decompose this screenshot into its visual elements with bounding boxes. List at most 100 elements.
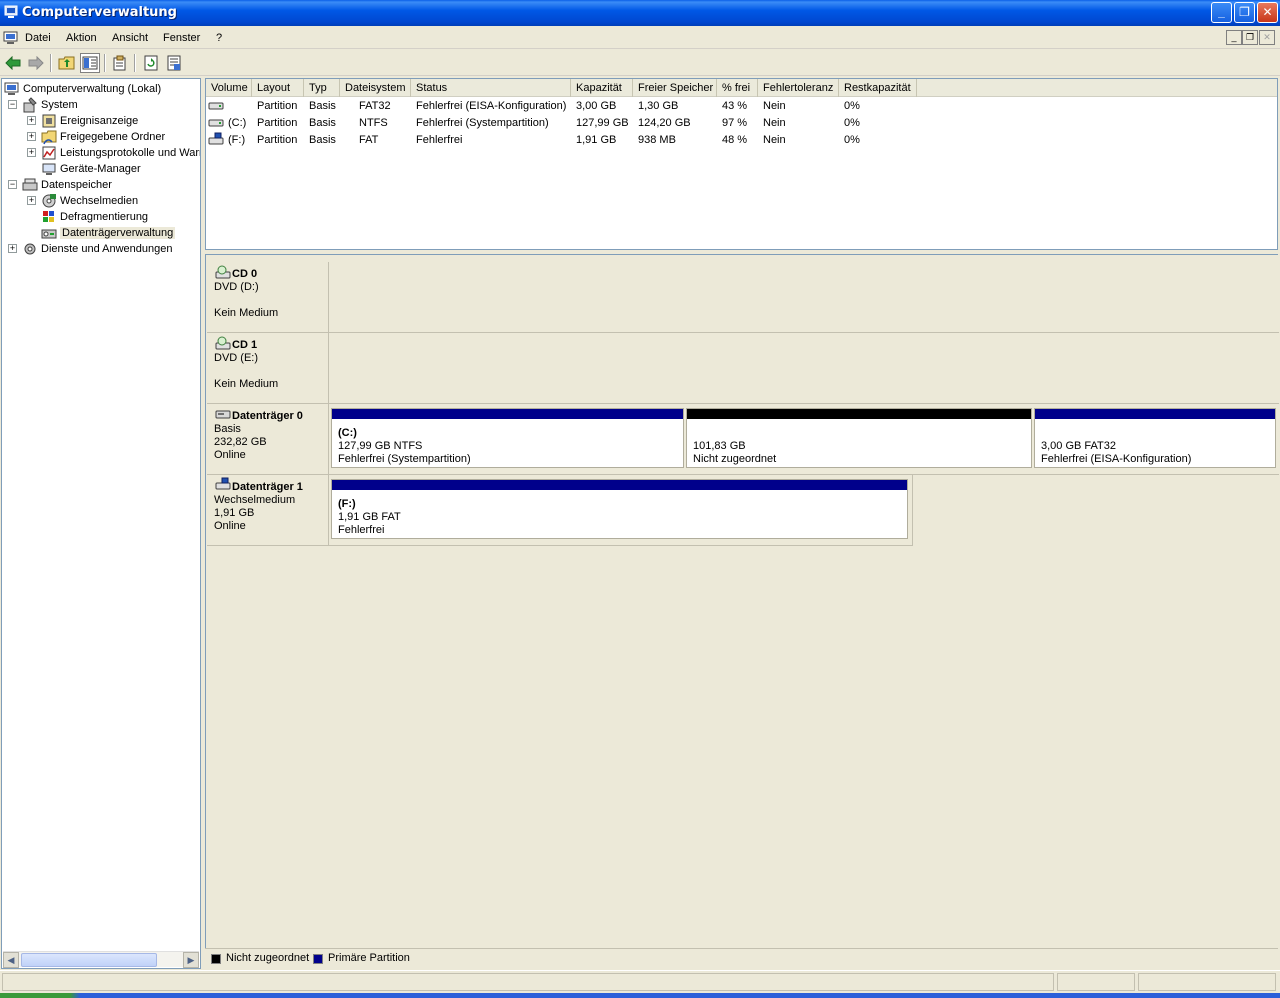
removable-drive-icon — [208, 132, 224, 145]
cell-kapazitaet: 1,91 GB — [576, 134, 617, 146]
tree-item-system[interactable]: System — [22, 97, 78, 113]
tree-horizontal-scrollbar[interactable]: ◀ ▶ — [3, 951, 199, 968]
partition-c[interactable]: (C:) 127,99 GB NTFS Fehlerfrei (Systempa… — [331, 408, 684, 468]
cell-prozent-frei: 48 % — [722, 134, 748, 146]
expand-wechselmedien-button[interactable]: + — [27, 196, 36, 205]
tree-label-geraete-manager: Geräte-Manager — [60, 163, 141, 175]
disk-status-disk1: Online — [214, 520, 246, 532]
cell-status: Fehlerfrei (EISA-Konfiguration) — [416, 100, 567, 112]
menu-fenster[interactable]: Fenster — [163, 32, 200, 44]
disk-label-cd0[interactable]: CD 0 DVD (D:) Kein Medium — [207, 262, 329, 333]
menu-ansicht[interactable]: Ansicht — [112, 32, 148, 44]
scrollbar-thumb[interactable] — [21, 953, 157, 967]
menu-datei[interactable]: Datei — [25, 32, 51, 44]
forward-arrow-icon[interactable] — [26, 53, 46, 73]
partition-eisa[interactable]: 3,00 GB FAT32 Fehlerfrei (EISA-Konfigura… — [1034, 408, 1276, 468]
partition-size: 127,99 GB NTFS — [338, 440, 423, 452]
column-typ[interactable]: Typ — [304, 79, 340, 97]
legend-swatch-primary — [313, 954, 323, 964]
tree-item-root[interactable]: Computerverwaltung (Lokal) — [4, 81, 161, 97]
show-tree-icon[interactable] — [80, 53, 100, 73]
cell-dateisystem: NTFS — [359, 117, 388, 129]
collapse-system-button[interactable]: − — [8, 100, 17, 109]
column-restkapazitaet[interactable]: Restkapazität — [839, 79, 917, 97]
removable-storage-icon — [42, 194, 56, 208]
tree-item-freigegebene-ordner[interactable]: Freigegebene Ordner — [41, 129, 165, 145]
tree-item-datenspeicher[interactable]: Datenspeicher — [22, 177, 112, 193]
tree-item-leistungsprotokolle[interactable]: Leistungsprotokolle und Warn — [41, 145, 200, 161]
column-prozent-frei[interactable]: % frei — [717, 79, 758, 97]
performance-logs-icon — [42, 146, 56, 160]
volume-list: Volume Layout Typ Dateisystem Status Kap… — [205, 78, 1278, 250]
export-list-icon[interactable] — [164, 53, 184, 73]
cd-drive-icon — [215, 336, 231, 350]
expand-ereignisanzeige-button[interactable]: + — [27, 116, 36, 125]
cell-typ: Basis — [309, 134, 336, 146]
close-button[interactable]: ✕ — [1257, 2, 1278, 23]
minimize-button[interactable]: _ — [1211, 2, 1232, 23]
disk-label-cd1[interactable]: CD 1 DVD (E:) Kein Medium — [207, 333, 329, 404]
cell-dateisystem: FAT — [359, 134, 379, 146]
tree-item-defragmentierung[interactable]: Defragmentierung — [41, 209, 148, 225]
partition-bar-primary — [332, 480, 907, 490]
up-folder-icon[interactable] — [57, 53, 77, 73]
cell-fehlertoleranz: Nein — [763, 134, 786, 146]
child-close-button[interactable]: ✕ — [1259, 30, 1275, 45]
console-icon[interactable] — [3, 30, 19, 46]
cell-status: Fehlerfrei (Systempartition) — [416, 117, 549, 129]
restore-button[interactable]: ❐ — [1234, 2, 1255, 23]
menu-bar: Datei Aktion Ansicht Fenster ? _ ❐ ✕ — [0, 27, 1280, 49]
partition-unallocated[interactable]: 101,83 GB Nicht zugeordnet — [686, 408, 1032, 468]
cell-fehlertoleranz: Nein — [763, 117, 786, 129]
back-arrow-icon[interactable] — [3, 53, 23, 73]
cell-fehlertoleranz: Nein — [763, 100, 786, 112]
defragmenter-icon — [43, 211, 54, 222]
refresh-icon[interactable] — [141, 53, 161, 73]
menu-help[interactable]: ? — [216, 32, 222, 44]
tree-label-dienste: Dienste und Anwendungen — [41, 243, 173, 255]
column-dateisystem[interactable]: Dateisystem — [340, 79, 411, 97]
disk-label-disk1[interactable]: Datenträger 1 Wechselmedium 1,91 GB Onli… — [207, 475, 329, 546]
table-row[interactable]: Partition Basis FAT32 Fehlerfrei (EISA-K… — [206, 98, 1277, 115]
tree-label-ereignisanzeige: Ereignisanzeige — [60, 115, 139, 127]
cell-freier-speicher: 1,30 GB — [638, 100, 679, 112]
expand-leistungsprotokolle-button[interactable]: + — [27, 148, 36, 157]
collapse-datenspeicher-button[interactable]: − — [8, 180, 17, 189]
disk-type-cd0: DVD (D:) — [214, 281, 259, 293]
drive-icon — [208, 119, 224, 127]
child-restore-button[interactable]: ❐ — [1242, 30, 1258, 45]
tree-item-geraete-manager[interactable]: Geräte-Manager — [41, 161, 141, 177]
disk-type-cd1: DVD (E:) — [214, 352, 258, 364]
column-status[interactable]: Status — [411, 79, 571, 97]
cell-status: Fehlerfrei — [416, 134, 463, 146]
properties-icon[interactable] — [110, 53, 130, 73]
scroll-left-icon[interactable]: ◀ — [3, 952, 19, 968]
scroll-right-icon[interactable]: ▶ — [183, 952, 199, 968]
column-fehlertoleranz[interactable]: Fehlertoleranz — [758, 79, 839, 97]
system-tools-icon — [23, 97, 37, 113]
column-layout[interactable]: Layout — [252, 79, 304, 97]
menu-aktion[interactable]: Aktion — [66, 32, 97, 44]
partition-f[interactable]: (F:) 1,91 GB FAT Fehlerfrei — [331, 479, 908, 539]
window-title: Computerverwaltung — [22, 5, 177, 20]
expand-freigegebene-ordner-button[interactable]: + — [27, 132, 36, 141]
tree-item-ereignisanzeige[interactable]: Ereignisanzeige — [41, 113, 138, 129]
disk-name-disk0: Datenträger 0 — [232, 410, 303, 422]
column-freier-speicher[interactable]: Freier Speicher — [633, 79, 717, 97]
column-kapazitaet[interactable]: Kapazität — [571, 79, 633, 97]
tree-item-dienste[interactable]: Dienste und Anwendungen — [22, 241, 173, 257]
table-row[interactable]: (F:) Partition Basis FAT Fehlerfrei 1,91… — [206, 132, 1277, 149]
services-icon — [24, 243, 36, 255]
table-row[interactable]: (C:) Partition Basis NTFS Fehlerfrei (Sy… — [206, 115, 1277, 132]
tree-label-wechselmedien: Wechselmedien — [60, 195, 139, 207]
column-volume[interactable]: Volume — [206, 79, 252, 97]
child-minimize-button[interactable]: _ — [1226, 30, 1242, 45]
device-manager-icon — [42, 163, 56, 175]
expand-dienste-button[interactable]: + — [8, 244, 17, 253]
cell-dateisystem: FAT32 — [359, 100, 391, 112]
disk-label-disk0[interactable]: Datenträger 0 Basis 232,82 GB Online — [207, 404, 329, 475]
disk-area-disk1: (F:) 1,91 GB FAT Fehlerfrei — [329, 475, 913, 546]
tree-item-wechselmedien[interactable]: Wechselmedien — [41, 193, 138, 209]
tree-item-datentraegerverwaltung[interactable]: Datenträgerverwaltung — [41, 225, 176, 241]
cell-volume: (F:) — [228, 134, 246, 146]
